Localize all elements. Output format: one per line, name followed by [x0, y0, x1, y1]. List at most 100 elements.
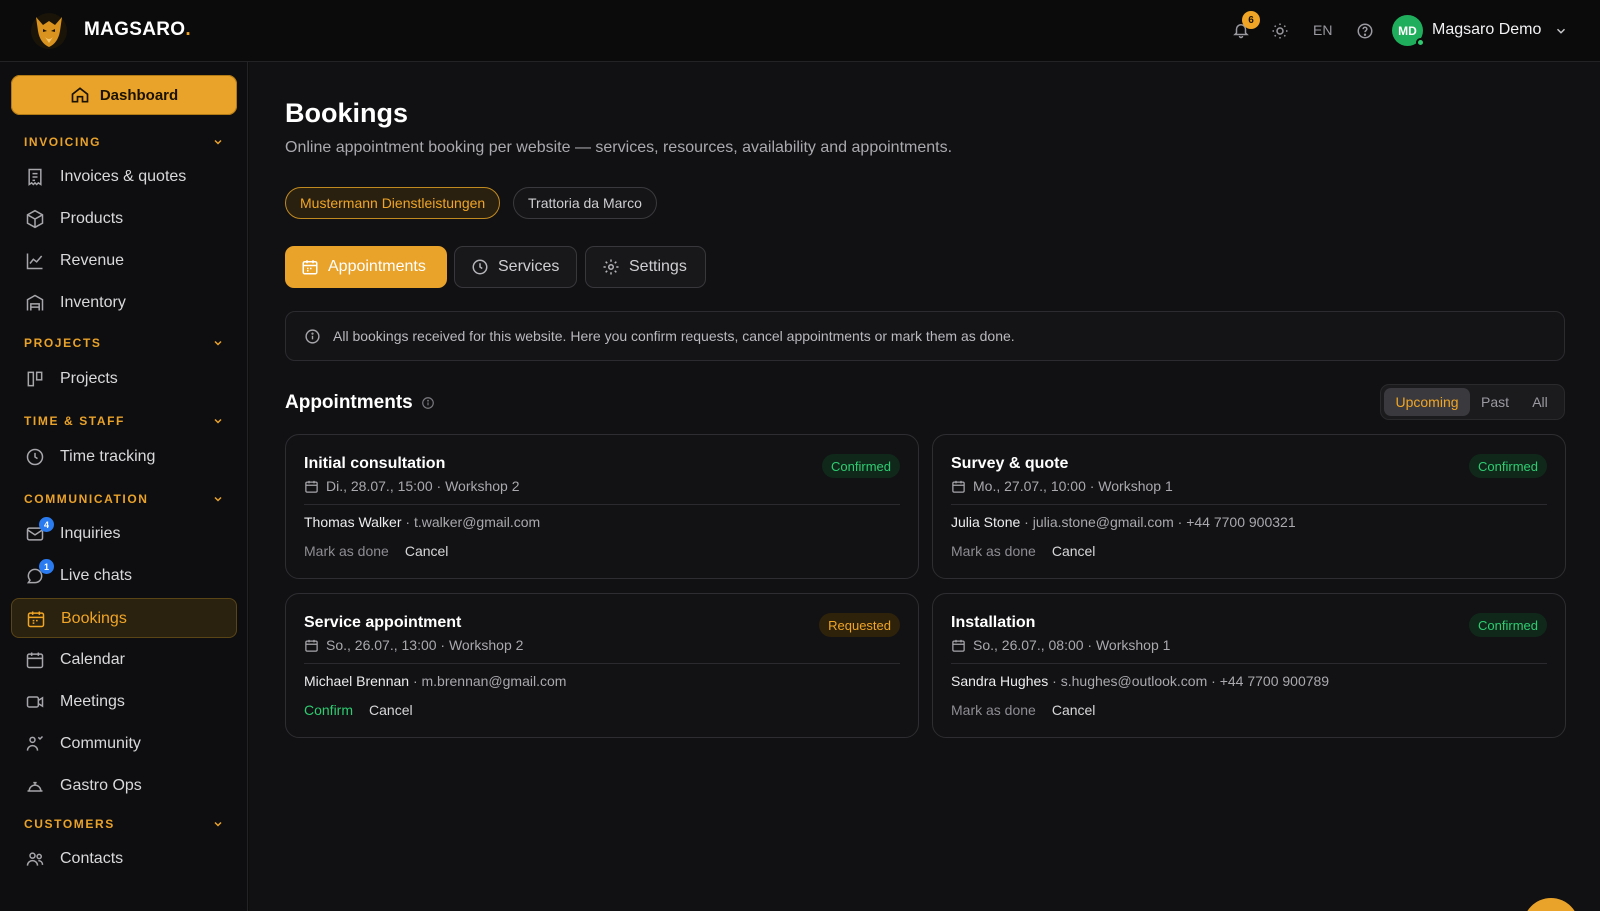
- sidebar-item-projects[interactable]: Projects: [11, 359, 237, 399]
- divider: [304, 504, 900, 505]
- video-camera-icon: [26, 696, 44, 708]
- tab-settings[interactable]: Settings: [585, 246, 706, 288]
- filter-upcoming[interactable]: Upcoming: [1384, 388, 1470, 416]
- appointment-title: Service appointment: [304, 614, 462, 631]
- section-time-staff[interactable]: TIME & STAFF: [24, 414, 224, 428]
- cancel-button[interactable]: Cancel: [1052, 702, 1096, 718]
- inquiries-badge: 4: [39, 517, 54, 532]
- appointment-card: Initial consultation Confirmed Di., 28.0…: [285, 434, 919, 579]
- mark-done-button[interactable]: Mark as done: [951, 543, 1036, 559]
- confirm-button[interactable]: Confirm: [304, 702, 353, 718]
- mark-done-button[interactable]: Mark as done: [951, 702, 1036, 718]
- info-banner: All bookings received for this website. …: [285, 311, 1565, 361]
- top-bar: MAGSARO. 6 EN MD Magsaro Demo: [0, 0, 1600, 62]
- calendar-icon: [952, 480, 965, 493]
- appointment-contact: Thomas Walker · t.walker@gmail.com: [304, 514, 541, 530]
- warehouse-icon: [26, 294, 44, 311]
- page-subtitle: Online appointment booking per website —…: [285, 139, 953, 156]
- calendar-icon: [305, 639, 318, 652]
- sidebar-item-gastro-ops[interactable]: Gastro Ops: [11, 766, 237, 806]
- kanban-icon: [27, 371, 43, 387]
- community-icon: [26, 735, 44, 751]
- info-icon: [421, 397, 434, 409]
- status-badge: Confirmed: [1469, 613, 1547, 637]
- sidebar-item-contacts[interactable]: Contacts: [11, 839, 237, 879]
- section-invoicing[interactable]: INVOICING: [24, 135, 224, 149]
- cancel-button[interactable]: Cancel: [1052, 543, 1096, 559]
- sidebar-item-invoices[interactable]: Invoices & quotes: [11, 157, 237, 197]
- status-badge: Confirmed: [822, 454, 900, 478]
- brand[interactable]: MAGSARO.: [28, 9, 191, 51]
- info-icon: [305, 328, 320, 344]
- main-content: Bookings Online appointment booking per …: [249, 62, 1600, 911]
- live-chats-badge: 1: [39, 559, 54, 574]
- appointment-meta: Mo., 27.07., 10:00 · Workshop 1: [951, 478, 1173, 494]
- section-projects[interactable]: PROJECTS: [24, 336, 224, 350]
- chevron-down-icon: [214, 340, 222, 346]
- appointment-title: Initial consultation: [304, 455, 446, 472]
- divider: [951, 663, 1547, 664]
- sidebar-item-meetings[interactable]: Meetings: [11, 682, 237, 722]
- appointment-actions: Confirm Cancel: [304, 702, 413, 718]
- appointment-actions: Mark as done Cancel: [951, 543, 1095, 559]
- tab-appointments[interactable]: Appointments: [285, 246, 447, 288]
- notification-badge: 6: [1242, 11, 1260, 29]
- box-icon: [26, 209, 44, 229]
- appointment-title: Survey & quote: [951, 455, 1069, 472]
- chevron-down-icon: [214, 821, 222, 827]
- calendar-icon: [26, 652, 44, 669]
- section-customers[interactable]: CUSTOMERS: [24, 817, 224, 831]
- appointment-actions: Mark as done Cancel: [304, 543, 448, 559]
- cancel-button[interactable]: Cancel: [369, 702, 413, 718]
- sidebar-item-bookings[interactable]: Bookings: [11, 598, 237, 638]
- section-communication[interactable]: COMMUNICATION: [24, 492, 224, 506]
- appointment-card: Installation Confirmed So., 26.07., 08:0…: [932, 593, 1566, 738]
- sidebar-item-time-tracking[interactable]: Time tracking: [11, 437, 237, 477]
- site-selector-trattoria[interactable]: Trattoria da Marco: [513, 187, 657, 219]
- site-selector-mustermann[interactable]: Mustermann Dienstleistungen: [285, 187, 501, 219]
- status-badge: Confirmed: [1469, 454, 1547, 478]
- divider: [304, 663, 900, 664]
- language-switch[interactable]: EN: [1313, 22, 1332, 38]
- calendar-icon: [302, 260, 318, 275]
- status-badge: Requested: [819, 613, 900, 637]
- chevron-down-icon[interactable]: [1554, 24, 1568, 38]
- dashboard-label: Dashboard: [99, 86, 179, 104]
- dashboard-button[interactable]: Dashboard: [11, 75, 237, 115]
- theme-toggle-icon[interactable]: [1271, 22, 1289, 40]
- appointment-title: Installation: [951, 614, 1036, 631]
- brand-name: MAGSARO.: [84, 19, 191, 40]
- sidebar-item-products[interactable]: Products: [11, 199, 237, 239]
- filter-past[interactable]: Past: [1475, 388, 1515, 416]
- home-icon: [71, 87, 89, 103]
- gear-icon: [603, 259, 619, 275]
- clock-icon: [26, 448, 44, 466]
- sidebar-item-inventory[interactable]: Inventory: [11, 283, 237, 323]
- appointment-contact: Sandra Hughes · s.hughes@outlook.com · +…: [951, 673, 1330, 689]
- filter-all[interactable]: All: [1521, 388, 1559, 416]
- mark-done-button[interactable]: Mark as done: [304, 543, 389, 559]
- appointments-heading: Appointments: [285, 392, 435, 414]
- logo-icon: [28, 9, 70, 51]
- sidebar-item-calendar[interactable]: Calendar: [11, 640, 237, 680]
- sidebar-item-inquiries[interactable]: 4 Inquiries: [11, 514, 237, 554]
- calendar-check-icon: [27, 611, 45, 628]
- cancel-button[interactable]: Cancel: [405, 543, 449, 559]
- chevron-down-icon: [214, 139, 222, 145]
- help-icon[interactable]: [1356, 22, 1374, 40]
- sidebar-item-revenue[interactable]: Revenue: [11, 241, 237, 281]
- appointment-card: Survey & quote Confirmed Mo., 27.07., 10…: [932, 434, 1566, 579]
- appointment-contact: Michael Brennan · m.brennan@gmail.com: [304, 673, 567, 689]
- appointment-meta: So., 26.07., 08:00 · Workshop 1: [951, 637, 1170, 653]
- chevron-down-icon: [214, 496, 222, 502]
- clock-icon: [472, 259, 488, 275]
- calendar-icon: [305, 480, 318, 493]
- tab-services[interactable]: Services: [454, 246, 577, 288]
- divider: [951, 504, 1547, 505]
- chevron-down-icon: [214, 418, 222, 424]
- sidebar-item-live-chats[interactable]: 1 Live chats: [11, 556, 237, 596]
- sidebar-item-community[interactable]: Community: [11, 724, 237, 764]
- appointment-actions: Mark as done Cancel: [951, 702, 1095, 718]
- appointment-meta: Di., 28.07., 15:00 · Workshop 2: [304, 478, 520, 494]
- user-menu-name[interactable]: Magsaro Demo: [1432, 21, 1541, 39]
